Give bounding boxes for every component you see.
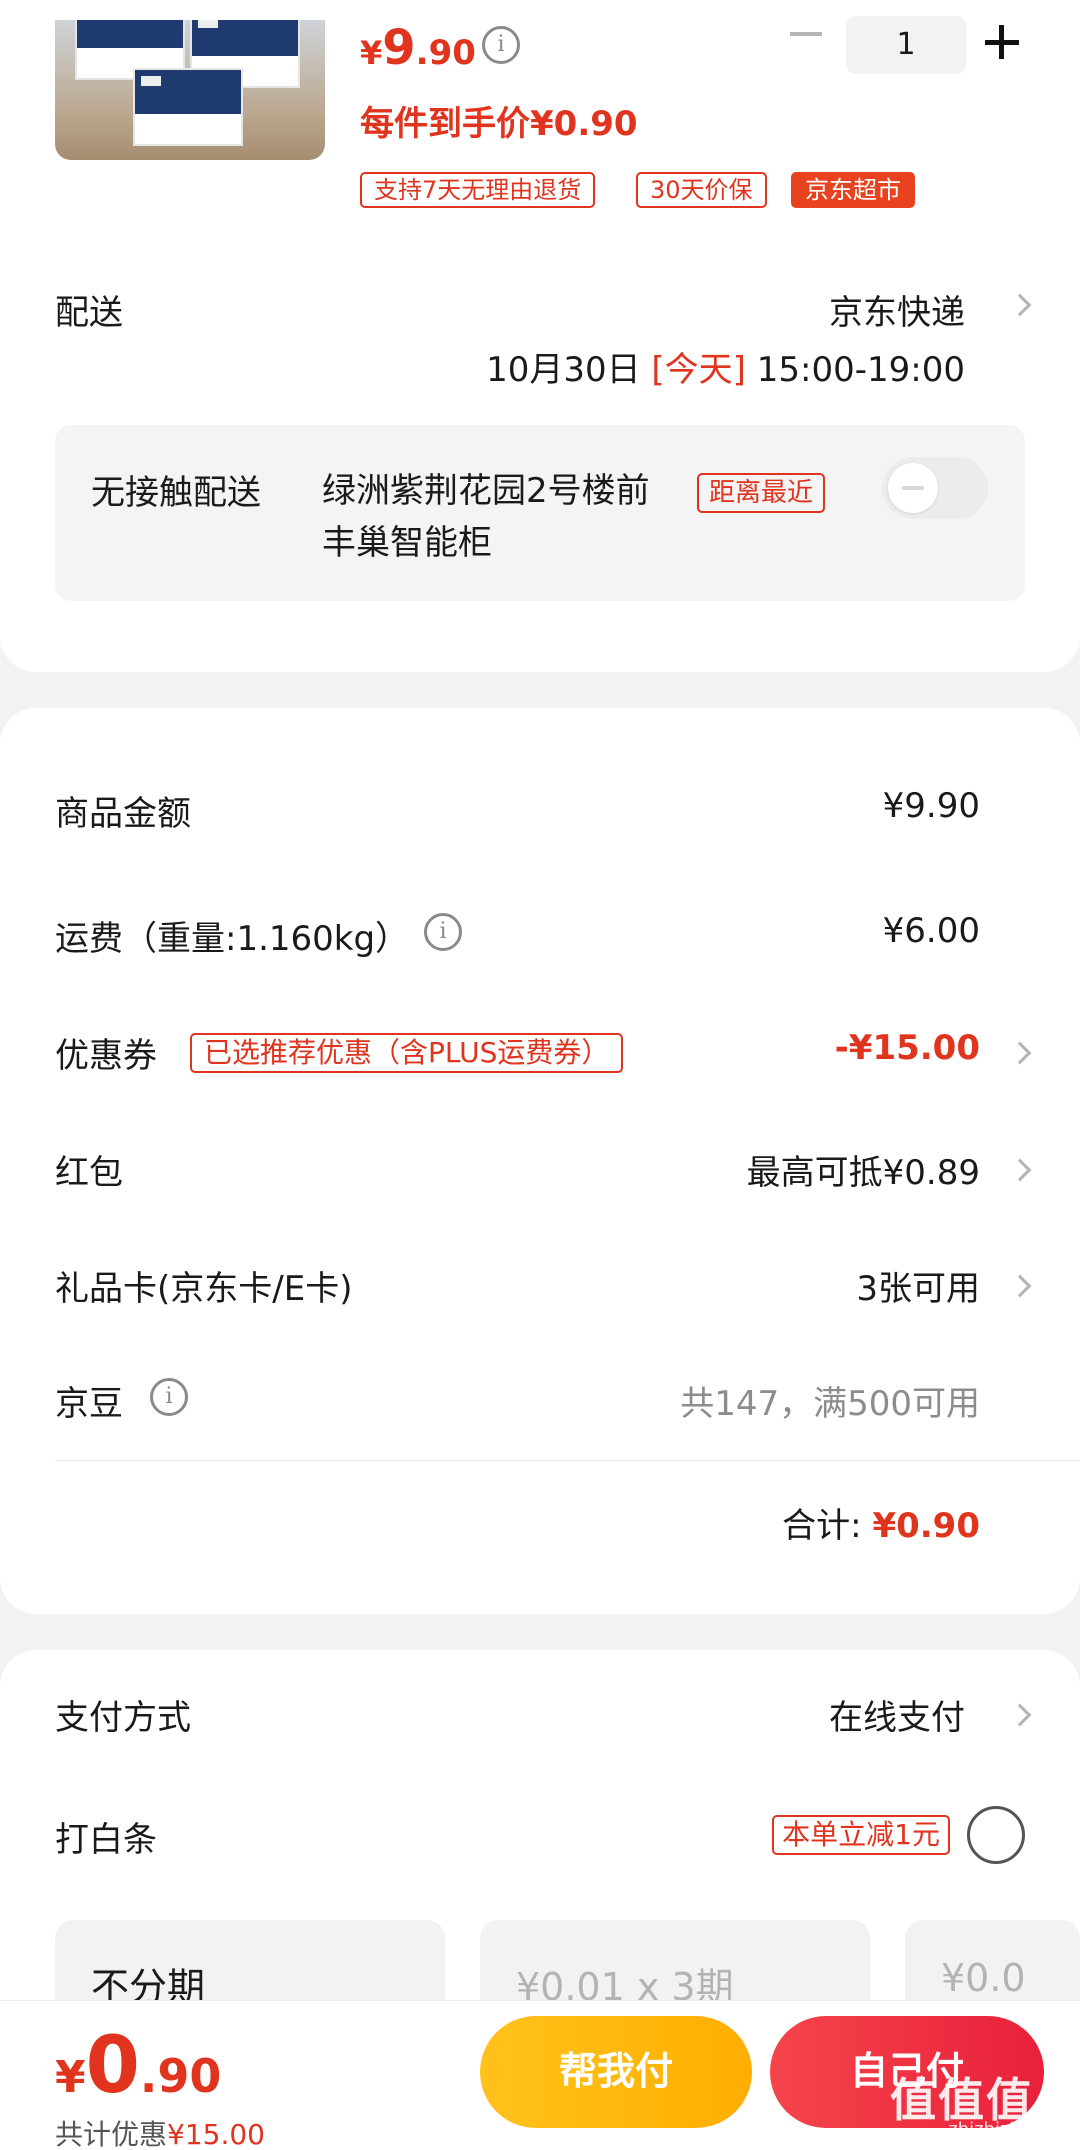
chevron-right-icon[interactable] (1008, 293, 1032, 317)
price-summary-card: 商品金额 ¥9.90 运费（重量:1.160kg） i ¥6.00 优惠券 已选… (0, 708, 1080, 1614)
product-image[interactable] (55, 20, 325, 160)
jd-supermarket-tag: 京东超市 (791, 172, 915, 208)
chevron-right-icon[interactable] (1008, 1041, 1032, 1065)
total-savings: 共计优惠¥15.00 (55, 2118, 265, 2150)
delivery-carrier[interactable]: 京东快递 (829, 285, 965, 334)
minus-icon[interactable] (790, 32, 822, 36)
goods-amount-value: ¥9.90 (882, 786, 980, 826)
product-box-image (133, 68, 243, 146)
quantity-input[interactable]: 1 (846, 16, 966, 74)
shipping-info-icon[interactable]: i (424, 913, 462, 951)
delivery-time[interactable]: 10月30日 [今天] 15:00-19:00 (486, 342, 965, 391)
red-packet-label[interactable]: 红包 (55, 1145, 123, 1194)
return-policy-tag: 支持7天无理由退货 (360, 172, 596, 208)
chevron-right-icon[interactable] (1008, 1158, 1032, 1182)
price-info-icon[interactable]: i (482, 26, 520, 64)
price-protect-tag: 30天价保 (636, 172, 767, 208)
contactless-label: 无接触配送 (91, 473, 261, 513)
coupon-label[interactable]: 优惠券 (55, 1028, 157, 1077)
shipping-label: 运费（重量:1.160kg） (55, 919, 410, 959)
watermark-url: zhizhizhi.com (948, 2119, 1070, 2140)
payment-method-value[interactable]: 在线支付 (829, 1690, 965, 1739)
per-item-price: 每件到手价¥0.90 (360, 104, 638, 144)
pay-amount: ¥0.90 (55, 2021, 222, 2111)
baitiao-label: 打白条 (55, 1820, 157, 1860)
goods-amount-label: 商品金额 (55, 794, 191, 834)
distance-tag: 距离最近 (697, 473, 826, 513)
pickup-address: 绿洲紫荆花园2号楼前丰巢智能柜 (322, 471, 650, 563)
coupon-value[interactable]: -¥15.00 (835, 1028, 980, 1068)
toggle-knob (888, 463, 938, 513)
jingdou-value: 共147，满500可用 (680, 1384, 980, 1424)
divider (55, 1460, 1080, 1461)
jingdou-info-icon[interactable]: i (150, 1378, 188, 1416)
plus-icon[interactable] (985, 22, 1027, 64)
contactless-toggle[interactable] (882, 457, 988, 519)
plan-label: ¥0.0 (941, 1956, 1026, 2000)
delivery-label: 配送 (55, 293, 123, 333)
shipping-value: ¥6.00 (882, 911, 980, 951)
total-amount: 合计: ¥0.90 (782, 1506, 980, 1546)
product-delivery-card: ¥9.90 i 每件到手价¥0.90 1 支持7天无理由退货 30天价保 京东超… (0, 0, 1080, 672)
baitiao-discount-tag: 本单立减1元 (772, 1815, 950, 1855)
product-price: ¥9.90 (360, 20, 476, 76)
help-me-pay-button[interactable]: 帮我付 (480, 2016, 752, 2128)
jingdou-label: 京豆 (55, 1384, 123, 1424)
red-packet-value[interactable]: 最高可抵¥0.89 (747, 1145, 980, 1194)
chevron-right-icon[interactable] (1008, 1274, 1032, 1298)
pay-myself-button[interactable]: 自己付 值值值 (770, 2016, 1044, 2128)
gift-card-value[interactable]: 3张可用 (856, 1261, 980, 1310)
contactless-delivery-box: 无接触配送 绿洲紫荆花园2号楼前丰巢智能柜 距离最近 (55, 425, 1025, 601)
chevron-right-icon[interactable] (1008, 1703, 1032, 1727)
gift-card-label[interactable]: 礼品卡(京东卡/E卡) (55, 1261, 352, 1310)
payment-method-label: 支付方式 (55, 1698, 191, 1738)
baitiao-radio[interactable] (967, 1806, 1025, 1864)
checkout-bar: ¥0.90 共计优惠¥15.00 帮我付 自己付 值值值 zhizhizhi.c… (0, 2000, 1080, 2150)
coupon-tag[interactable]: 已选推荐优惠（含PLUS运费券） (190, 1033, 624, 1073)
